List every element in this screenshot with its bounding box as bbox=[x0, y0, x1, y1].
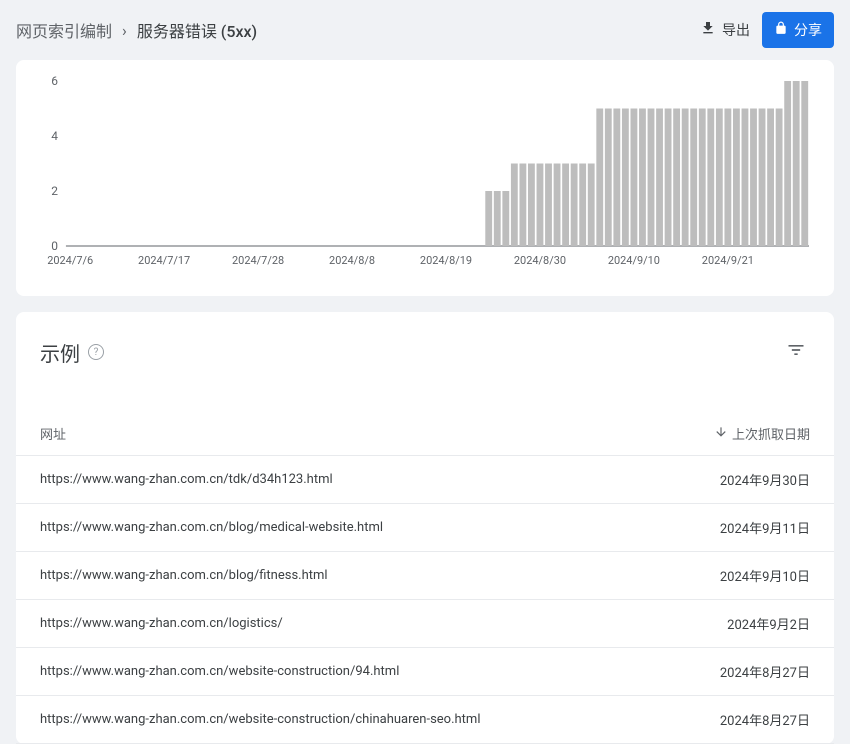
x-tick-label: 2024/8/19 bbox=[420, 254, 472, 267]
chart-bar[interactable] bbox=[767, 109, 774, 247]
chart-bar[interactable] bbox=[656, 109, 663, 247]
help-icon[interactable]: ? bbox=[88, 344, 104, 360]
chart-bar[interactable] bbox=[801, 81, 808, 246]
lock-icon bbox=[774, 21, 788, 39]
table-row[interactable]: https://www.wang-zhan.com.cn/tdk/d34h123… bbox=[16, 456, 834, 504]
breadcrumb-current: 服务器错误 (5xx) bbox=[137, 18, 257, 42]
row-date: 2024年8月27日 bbox=[720, 710, 810, 729]
export-label: 导出 bbox=[722, 20, 750, 40]
share-label: 分享 bbox=[794, 20, 822, 40]
chart-bar[interactable] bbox=[631, 109, 638, 247]
y-tick-label: 4 bbox=[51, 129, 58, 143]
x-tick-label: 2024/8/30 bbox=[514, 254, 566, 267]
examples-title: 示例 bbox=[40, 338, 80, 367]
chart-bar[interactable] bbox=[716, 109, 723, 247]
column-url-header[interactable]: 网址 bbox=[40, 424, 714, 443]
chart-bar[interactable] bbox=[605, 109, 612, 247]
chart-bar[interactable] bbox=[571, 164, 578, 247]
chart-bar[interactable] bbox=[554, 164, 561, 247]
table-row[interactable]: https://www.wang-zhan.com.cn/blog/medica… bbox=[16, 504, 834, 552]
column-date-header[interactable]: 上次抓取日期 bbox=[714, 424, 810, 443]
chart-bar[interactable] bbox=[793, 81, 800, 246]
x-tick-label: 2024/9/21 bbox=[702, 254, 754, 267]
chart-bar[interactable] bbox=[485, 191, 492, 246]
examples-header: 示例 ? bbox=[16, 336, 834, 392]
row-date: 2024年9月30日 bbox=[720, 470, 810, 489]
row-url: https://www.wang-zhan.com.cn/website-con… bbox=[40, 664, 720, 679]
chevron-right-icon: › bbox=[122, 21, 127, 40]
chart-bar[interactable] bbox=[579, 164, 586, 247]
row-url: https://www.wang-zhan.com.cn/blog/medica… bbox=[40, 520, 720, 535]
table-row[interactable]: https://www.wang-zhan.com.cn/website-con… bbox=[16, 648, 834, 696]
table-header: 网址 上次抓取日期 bbox=[16, 412, 834, 456]
chart-bar[interactable] bbox=[699, 109, 706, 247]
table-body: https://www.wang-zhan.com.cn/tdk/d34h123… bbox=[16, 456, 834, 744]
row-url: https://www.wang-zhan.com.cn/website-con… bbox=[40, 712, 720, 727]
chart-svg: 0 2 4 6 2024/7/6 2024/7/17 2024/7/28 2024/8/8 20… bbox=[36, 76, 814, 276]
chart-bar[interactable] bbox=[545, 164, 552, 247]
breadcrumb-parent[interactable]: 网页索引编制 bbox=[16, 18, 112, 42]
row-url: https://www.wang-zhan.com.cn/tdk/d34h123… bbox=[40, 472, 720, 487]
chart-bar[interactable] bbox=[562, 164, 569, 247]
row-url: https://www.wang-zhan.com.cn/logistics/ bbox=[40, 616, 727, 631]
download-icon bbox=[700, 20, 716, 40]
chart-bar[interactable] bbox=[511, 164, 518, 247]
chart-bar[interactable] bbox=[648, 109, 655, 247]
arrow-down-icon bbox=[714, 425, 728, 443]
x-tick-label: 2024/8/8 bbox=[329, 254, 375, 267]
examples-card: 示例 ? 网址 上次抓取日期 https://www.wang-zhan.com… bbox=[16, 312, 834, 744]
y-tick-label: 0 bbox=[51, 239, 58, 253]
chart-bar[interactable] bbox=[724, 109, 731, 247]
chart-bar[interactable] bbox=[622, 109, 629, 247]
filter-icon[interactable] bbox=[782, 336, 810, 368]
chart-bar[interactable] bbox=[537, 164, 544, 247]
chart-bar[interactable] bbox=[639, 109, 646, 247]
chart-bar[interactable] bbox=[665, 109, 672, 247]
chart-bar[interactable] bbox=[759, 109, 766, 247]
chart-bar[interactable] bbox=[776, 109, 783, 247]
x-tick-label: 2024/7/17 bbox=[138, 254, 190, 267]
chart-bar[interactable] bbox=[528, 164, 535, 247]
page-header: 网页索引编制 › 服务器错误 (5xx) 导出 分享 bbox=[0, 0, 850, 60]
row-date: 2024年8月27日 bbox=[720, 662, 810, 681]
chart-area: 0 2 4 6 2024/7/6 2024/7/17 2024/7/28 2024/8/8 20… bbox=[36, 76, 814, 276]
x-tick-label: 2024/7/6 bbox=[47, 254, 93, 267]
table-row[interactable]: https://www.wang-zhan.com.cn/logistics/2… bbox=[16, 600, 834, 648]
chart-bar[interactable] bbox=[682, 109, 689, 247]
row-date: 2024年9月10日 bbox=[720, 566, 810, 585]
chart-bar[interactable] bbox=[784, 81, 791, 246]
chart-bar[interactable] bbox=[733, 109, 740, 247]
share-button[interactable]: 分享 bbox=[762, 12, 834, 48]
chart-bar[interactable] bbox=[519, 164, 526, 247]
examples-title-wrap: 示例 ? bbox=[40, 338, 104, 367]
chart-bar[interactable] bbox=[613, 109, 620, 247]
export-button[interactable]: 导出 bbox=[700, 20, 750, 40]
chart-bar[interactable] bbox=[596, 109, 603, 247]
column-date-label: 上次抓取日期 bbox=[732, 424, 810, 443]
chart-bar[interactable] bbox=[690, 109, 697, 247]
x-tick-label: 2024/9/10 bbox=[608, 254, 660, 267]
chart-bar[interactable] bbox=[707, 109, 714, 247]
chart-bar[interactable] bbox=[588, 164, 595, 247]
row-date: 2024年9月11日 bbox=[720, 518, 810, 537]
row-url: https://www.wang-zhan.com.cn/blog/fitnes… bbox=[40, 568, 720, 583]
chart-card: 0 2 4 6 2024/7/6 2024/7/17 2024/7/28 2024/8/8 20… bbox=[16, 60, 834, 296]
chart-bar[interactable] bbox=[742, 109, 749, 247]
table-row[interactable]: https://www.wang-zhan.com.cn/website-con… bbox=[16, 696, 834, 744]
chart-bar[interactable] bbox=[750, 109, 757, 247]
breadcrumb: 网页索引编制 › 服务器错误 (5xx) bbox=[16, 18, 257, 42]
header-actions: 导出 分享 bbox=[700, 12, 834, 48]
y-tick-label: 2 bbox=[51, 184, 58, 198]
chart-bar[interactable] bbox=[494, 191, 501, 246]
table-row[interactable]: https://www.wang-zhan.com.cn/blog/fitnes… bbox=[16, 552, 834, 600]
row-date: 2024年9月2日 bbox=[727, 614, 810, 633]
chart-bar[interactable] bbox=[502, 191, 509, 246]
y-tick-label: 6 bbox=[51, 76, 58, 88]
chart-bar[interactable] bbox=[673, 109, 680, 247]
x-tick-label: 2024/7/28 bbox=[232, 254, 284, 267]
